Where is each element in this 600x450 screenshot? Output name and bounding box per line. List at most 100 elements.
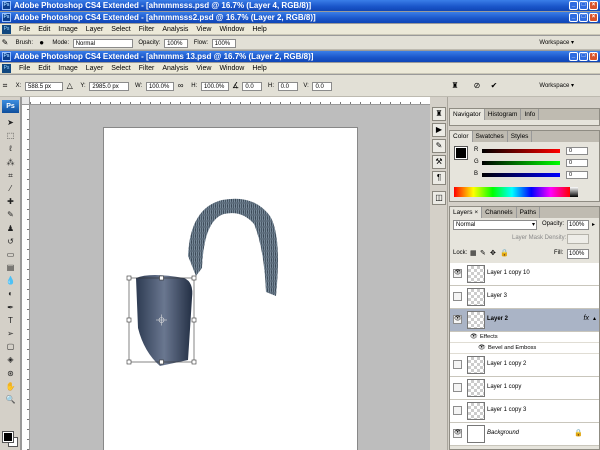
angle-field[interactable]: 0.0: [242, 81, 263, 91]
magic-wand-tool-icon[interactable]: ⁂: [0, 156, 21, 169]
layer-row-selected[interactable]: 👁 Layer 2 fx ▴: [450, 309, 599, 332]
visibility-toggle[interactable]: [453, 292, 462, 301]
menu-select[interactable]: Select: [107, 63, 134, 74]
horizontal-ruler[interactable]: [30, 97, 430, 105]
dodge-tool-icon[interactable]: ◐: [0, 287, 21, 300]
brush-tool-icon[interactable]: ✎: [0, 208, 21, 221]
visibility-toggle[interactable]: [453, 406, 462, 415]
close-icon[interactable]: ×: [589, 13, 598, 22]
red-slider[interactable]: [482, 149, 560, 153]
blur-tool-icon[interactable]: 💧: [0, 274, 21, 287]
window-title-bar-2[interactable]: Ps Adobe Photoshop CS4 Extended - [ahmmm…: [0, 12, 600, 23]
close-icon[interactable]: ×: [589, 52, 598, 61]
workspace-button[interactable]: Workspace ▾: [539, 75, 574, 97]
tab-navigator[interactable]: Navigator: [450, 109, 485, 120]
eraser-tool-icon[interactable]: ▭: [0, 248, 21, 261]
layer-row-background[interactable]: 👁 Background 🔒: [450, 423, 599, 446]
transform-handle[interactable]: [191, 317, 197, 323]
tab-layers[interactable]: Layers ×: [450, 207, 483, 218]
grayscale-ramp[interactable]: [570, 187, 578, 197]
lock-paint-icon[interactable]: ✎: [480, 249, 486, 257]
pen-tool-icon[interactable]: ✒: [0, 301, 21, 314]
paragraph-panel-icon[interactable]: ¶: [432, 171, 446, 185]
opacity-field[interactable]: 100%: [164, 38, 189, 48]
zoom-tool-icon[interactable]: 🔍: [0, 393, 21, 406]
layer-row[interactable]: Layer 1 copy 2: [450, 354, 599, 377]
menu-view[interactable]: View: [192, 63, 215, 74]
layer-effects-fx-icon[interactable]: fx: [584, 315, 589, 322]
workspace-button-back[interactable]: Workspace ▾: [539, 36, 574, 50]
layer-row[interactable]: 👁 Layer 1 copy 10: [450, 263, 599, 286]
hskew-field[interactable]: 0.0: [277, 81, 298, 91]
visibility-eye-icon[interactable]: 👁: [478, 344, 486, 351]
cancel-transform-icon[interactable]: ⊘: [472, 81, 482, 91]
transform-handle[interactable]: [159, 359, 164, 365]
shape-tool-icon[interactable]: ▢: [0, 340, 21, 353]
adjustments-panel-icon[interactable]: ◫: [432, 191, 446, 205]
layer-row[interactable]: Layer 1 copy: [450, 377, 599, 400]
menu-edit[interactable]: Edit: [34, 24, 54, 35]
clone-stamp-tool-icon[interactable]: ♟: [0, 222, 21, 235]
eyedropper-tool-icon[interactable]: ⁄: [0, 182, 21, 195]
layer-row[interactable]: Layer 3: [450, 286, 599, 309]
vertical-ruler[interactable]: [22, 105, 30, 450]
brush-preset-icon[interactable]: ●: [37, 38, 47, 48]
transform-handle[interactable]: [126, 275, 132, 281]
menu-layer[interactable]: Layer: [82, 63, 108, 74]
visibility-toggle[interactable]: [453, 360, 462, 369]
document-area[interactable]: [22, 97, 430, 450]
crop-tool-icon[interactable]: ⌗: [0, 169, 21, 182]
menu-filter[interactable]: Filter: [135, 24, 159, 35]
tab-histogram[interactable]: Histogram: [485, 109, 522, 120]
menu-image[interactable]: Image: [54, 24, 81, 35]
menu-help[interactable]: Help: [248, 24, 270, 35]
tab-styles[interactable]: Styles: [508, 131, 533, 142]
minimize-icon[interactable]: _: [569, 13, 578, 22]
menu-image[interactable]: Image: [54, 63, 81, 74]
mode-select[interactable]: Normal: [72, 38, 133, 48]
link-delta-icon[interactable]: △: [65, 81, 75, 91]
type-tool-icon[interactable]: T: [0, 314, 21, 327]
blue-value-field[interactable]: 0: [566, 171, 588, 179]
actions-panel-icon[interactable]: ▶: [432, 123, 446, 137]
green-slider[interactable]: [482, 161, 560, 165]
visibility-eye-icon[interactable]: 👁: [453, 315, 462, 324]
visibility-eye-icon[interactable]: 👁: [470, 333, 478, 340]
chevron-right-icon[interactable]: ▸: [592, 221, 595, 228]
layer-opacity-field[interactable]: 100%: [567, 220, 589, 230]
color-foreground-swatch[interactable]: [454, 146, 468, 160]
menu-view[interactable]: View: [192, 24, 215, 35]
brushes-panel-icon[interactable]: ✎: [432, 139, 446, 153]
lasso-tool-icon[interactable]: ℓ: [0, 142, 21, 155]
move-tool-icon[interactable]: ➤: [0, 116, 21, 129]
transform-handle[interactable]: [159, 275, 164, 281]
gradient-tool-icon[interactable]: ▤: [0, 261, 21, 274]
warp-mode-icon[interactable]: ♜: [450, 81, 460, 91]
transform-handle[interactable]: [191, 275, 197, 281]
commit-transform-icon[interactable]: ✔: [489, 81, 499, 91]
menu-window[interactable]: Window: [215, 63, 248, 74]
maximize-icon[interactable]: □: [579, 13, 588, 22]
transform-handle[interactable]: [126, 317, 132, 323]
tab-channels[interactable]: Channels: [482, 207, 517, 218]
menu-filter[interactable]: Filter: [135, 63, 159, 74]
menu-file[interactable]: File: [15, 24, 34, 35]
marquee-tool-icon[interactable]: ⬚: [0, 129, 21, 142]
3d-orbit-tool-icon[interactable]: ⊛: [0, 367, 21, 380]
red-value-field[interactable]: 0: [566, 147, 588, 155]
transform-handle[interactable]: [126, 359, 132, 365]
menu-analysis[interactable]: Analysis: [158, 63, 192, 74]
minimize-icon[interactable]: _: [569, 1, 578, 10]
fill-field[interactable]: 100%: [567, 249, 589, 259]
layer-row[interactable]: Layer 1 copy 3: [450, 400, 599, 423]
tab-color[interactable]: Color: [450, 131, 473, 142]
visibility-toggle[interactable]: [453, 383, 462, 392]
document-canvas[interactable]: [103, 127, 358, 450]
tab-paths[interactable]: Paths: [517, 207, 541, 218]
x-field[interactable]: 588.5 px: [25, 81, 64, 91]
brush-tool-icon[interactable]: ✎: [0, 38, 10, 48]
menu-file[interactable]: File: [15, 63, 34, 74]
foreground-color-swatch[interactable]: [2, 431, 14, 443]
lock-transparency-icon[interactable]: ▦: [470, 249, 477, 257]
visibility-eye-icon[interactable]: 👁: [453, 269, 462, 278]
